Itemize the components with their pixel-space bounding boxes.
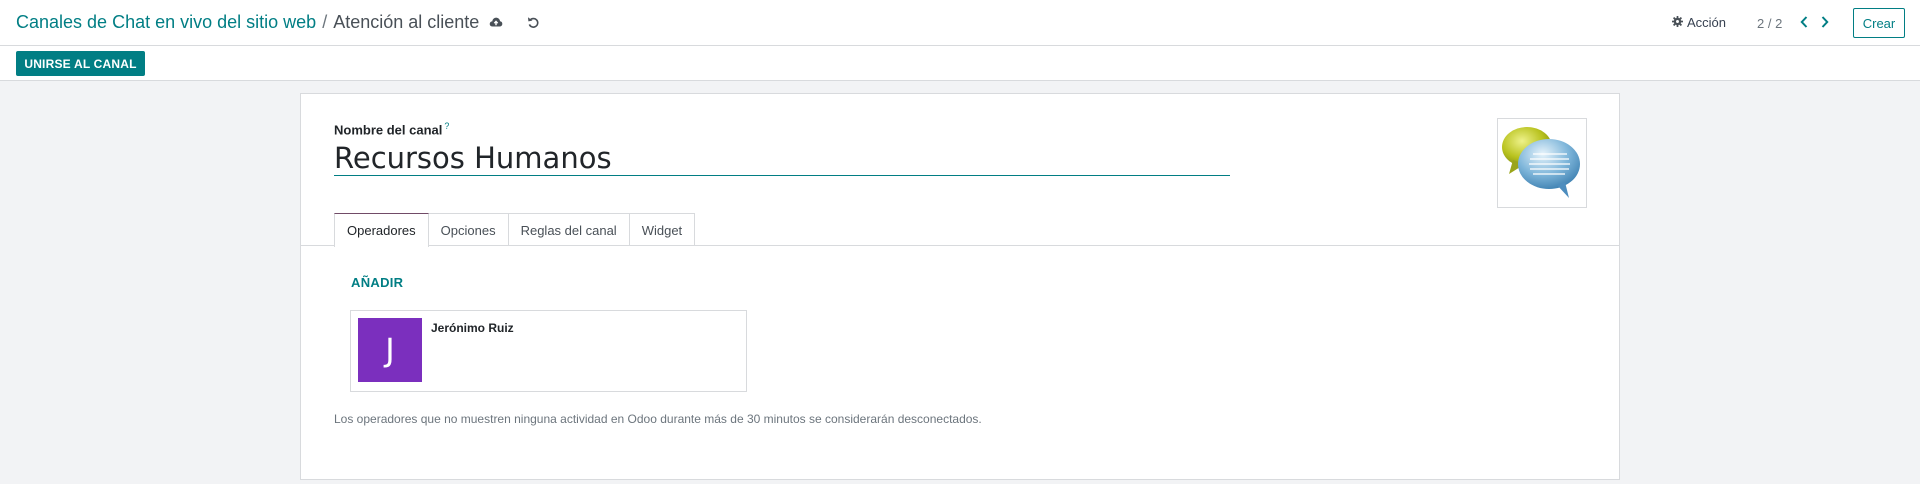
tab-reglas-del-canal[interactable]: Reglas del canal <box>507 213 630 246</box>
form-sheet: Nombre del canal? Recursos Humanos Opera… <box>300 93 1620 480</box>
tab-opciones[interactable]: Opciones <box>427 213 509 246</box>
add-operator-link[interactable]: AÑADIR <box>351 275 403 290</box>
action-menu-button[interactable]: Acción <box>1672 15 1726 30</box>
channel-name-label-text: Nombre del canal <box>334 122 443 138</box>
channel-name-input[interactable] <box>334 140 1230 176</box>
breadcrumb-separator: / <box>322 12 328 32</box>
create-button[interactable]: Crear <box>1853 8 1905 38</box>
chat-bubbles-icon <box>1502 127 1580 198</box>
breadcrumb: Canales de Chat en vivo del sitio web / … <box>16 12 479 33</box>
operators-help-text: Los operadores que no muestren ninguna a… <box>334 412 982 426</box>
tab-operadores[interactable]: Operadores <box>334 213 429 247</box>
form-tabs: Operadores Opciones Reglas del canal Wid… <box>334 213 696 247</box>
chevron-right-icon[interactable] <box>1818 14 1832 30</box>
operator-name: Jerónimo Ruiz <box>431 321 514 335</box>
action-menu-label: Acción <box>1687 15 1727 30</box>
chevron-left-icon[interactable] <box>1797 14 1811 30</box>
cloud-upload-icon[interactable] <box>487 13 505 31</box>
tab-widget[interactable]: Widget <box>628 213 696 246</box>
undo-icon[interactable] <box>524 13 542 31</box>
help-tooltip-marker[interactable]: ? <box>444 121 449 131</box>
breadcrumb-parent-link[interactable]: Canales de Chat en vivo del sitio web <box>16 12 316 33</box>
tabs-divider <box>301 245 1619 246</box>
pager-value[interactable]: 2 / 2 <box>1757 16 1782 31</box>
control-panel: Canales de Chat en vivo del sitio web / … <box>0 0 1920 81</box>
channel-image[interactable] <box>1497 118 1587 208</box>
control-panel-top: Canales de Chat en vivo del sitio web / … <box>0 0 1920 46</box>
operator-card[interactable]: J Jerónimo Ruiz <box>350 310 747 392</box>
channel-name-label: Nombre del canal? <box>334 121 449 137</box>
gear-icon <box>1672 15 1683 30</box>
avatar: J <box>358 318 422 382</box>
join-channel-button[interactable]: UNIRSE AL CANAL <box>16 51 145 76</box>
breadcrumb-current: Atención al cliente <box>333 12 480 32</box>
